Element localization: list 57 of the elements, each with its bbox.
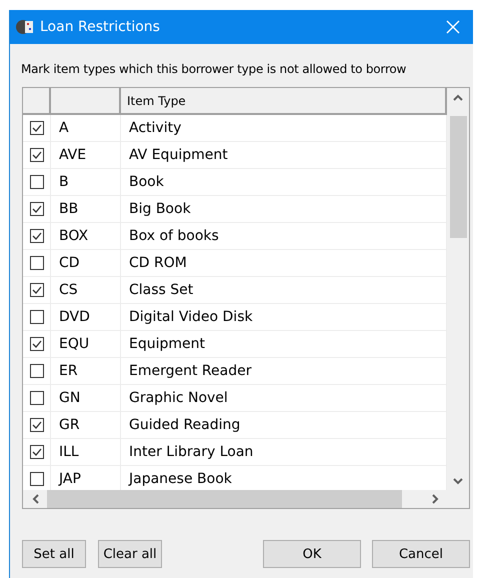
item-type-cell: Graphic Novel (121, 385, 447, 412)
item-type-cell: Guided Reading (121, 412, 447, 439)
code-cell: BB (51, 196, 121, 223)
checkbox[interactable] (30, 337, 44, 351)
checkbox[interactable] (30, 445, 44, 459)
dialog-button[interactable]: Cancel (372, 540, 470, 568)
item-type-cell: Book (121, 169, 447, 196)
close-icon[interactable] (446, 20, 460, 34)
checkbox[interactable] (30, 472, 44, 486)
scroll-up-icon[interactable] (453, 94, 463, 100)
dialog-button[interactable]: OK (263, 540, 361, 568)
item-type-cell: CD ROM (121, 250, 447, 277)
instruction-text: Mark item types which this borrower type is not allowed to borrow (21, 62, 408, 76)
checkbox[interactable] (30, 283, 44, 297)
horizontal-scrollbar[interactable] (23, 490, 447, 508)
code-cell: GN (51, 385, 121, 412)
code-cell: EQU (51, 331, 121, 358)
scroll-down-icon[interactable] (453, 478, 463, 484)
item-type-cell: Activity (121, 115, 447, 142)
dialog-button[interactable]: Clear all (98, 540, 162, 568)
item-type-cell: Equipment (121, 331, 447, 358)
scroll-right-icon[interactable] (432, 494, 438, 504)
code-cell: A (51, 115, 121, 142)
dialog-button[interactable]: Set all (22, 540, 86, 568)
item-type-cell: Emergent Reader (121, 358, 447, 385)
item-type-cell: Inter Library Loan (121, 439, 447, 466)
window-title: Loan Restrictions (40, 19, 161, 35)
item-type-cell: Big Book (121, 196, 447, 223)
checkbox[interactable] (30, 148, 44, 162)
checkbox[interactable] (30, 121, 44, 135)
checkbox[interactable] (30, 418, 44, 432)
item-type-cell: AV Equipment (121, 142, 447, 169)
code-cell: AVE (51, 142, 121, 169)
scroll-left-icon[interactable] (32, 494, 38, 504)
code-cell: ILL (51, 439, 121, 466)
code-cell: CD (51, 250, 121, 277)
checkbox[interactable] (30, 391, 44, 405)
item-type-cell: Digital Video Disk (121, 304, 447, 331)
scroll-thumb[interactable] (450, 116, 466, 238)
checkbox[interactable] (30, 310, 44, 324)
item-type-cell: Box of books (121, 223, 447, 250)
code-cell: ER (51, 358, 121, 385)
code-cell: DVD (51, 304, 121, 331)
checkbox[interactable] (30, 364, 44, 378)
app-icon (16, 18, 34, 36)
column-header[interactable]: Item Type (121, 88, 447, 115)
checkbox[interactable] (30, 202, 44, 216)
vertical-scrollbar[interactable] (447, 88, 469, 490)
code-cell: GR (51, 412, 121, 439)
code-cell: B (51, 169, 121, 196)
scroll-thumb[interactable] (47, 490, 402, 508)
checkbox[interactable] (30, 256, 44, 270)
checkbox[interactable] (30, 175, 44, 189)
checkbox[interactable] (30, 229, 44, 243)
code-cell: CS (51, 277, 121, 304)
code-cell: BOX (51, 223, 121, 250)
item-type-cell: Class Set (121, 277, 447, 304)
